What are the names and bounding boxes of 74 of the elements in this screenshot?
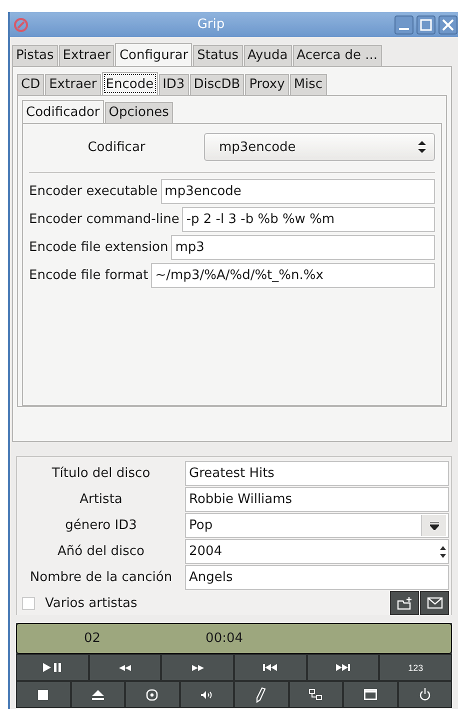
field-label: Añó del disco	[56, 544, 146, 559]
skip-forward-icon	[336, 664, 350, 671]
main-tab[interactable]: Extraer	[58, 45, 114, 66]
network-icon	[308, 688, 323, 700]
settings-tab[interactable]: DiscDB	[190, 74, 244, 95]
player-button[interactable]	[306, 654, 380, 681]
codec-tab[interactable]: Opciones	[104, 102, 173, 123]
close-icon[interactable]	[438, 14, 458, 34]
settings-tab[interactable]: CD	[17, 74, 44, 95]
settings-tab[interactable]: Proxy	[245, 74, 289, 95]
eject-icon	[92, 690, 104, 700]
encoder-label: Codificar	[86, 140, 146, 154]
play-pause-icon	[43, 663, 62, 672]
settings-tab[interactable]: Extraer	[45, 74, 101, 95]
speaker-icon	[200, 690, 213, 698]
mail-button[interactable]	[420, 591, 449, 615]
field-label: Encoder command-line	[29, 212, 180, 227]
text-field[interactable]: Angels	[185, 565, 449, 590]
main-tab[interactable]: Acerca de ...	[292, 45, 382, 66]
field-label: Artista	[78, 492, 124, 507]
field-label: Nombre de la canción	[28, 570, 174, 585]
player-button[interactable]	[234, 681, 288, 708]
field-label: Encode file extension	[29, 240, 168, 255]
fast-forward-icon	[192, 664, 204, 670]
field-label: Encode file format	[29, 268, 148, 283]
year-spinner[interactable]: 2004	[185, 539, 449, 564]
player-button[interactable]	[398, 681, 452, 708]
track-number: 02	[84, 631, 101, 646]
text-field[interactable]: Robbie Williams	[185, 487, 449, 512]
codec-tab[interactable]: Codificador	[22, 100, 104, 123]
player-button[interactable]	[70, 681, 125, 708]
app-logo-icon	[14, 18, 28, 32]
player-button[interactable]	[234, 654, 307, 681]
window-title: Grip	[196, 17, 226, 32]
rewind-icon	[119, 664, 131, 670]
text-field[interactable]: -p 2 -l 3 -b %b %w %m	[182, 207, 435, 232]
dropdown-arrow-icon	[430, 522, 438, 530]
settings-tab[interactable]: Misc	[290, 74, 327, 95]
skip-back-icon	[263, 664, 278, 671]
player-button[interactable]	[125, 681, 180, 708]
player-button[interactable]	[343, 681, 398, 708]
player-button[interactable]	[288, 681, 343, 708]
folder-button[interactable]	[390, 591, 419, 615]
field-label: género ID3	[64, 518, 138, 533]
minimize-icon[interactable]	[394, 14, 414, 34]
spin-arrows-icon	[440, 544, 446, 558]
field-label: Título del disco	[50, 466, 152, 481]
up-down-arrows-icon	[418, 141, 426, 153]
main-tab[interactable]: Status	[193, 45, 242, 66]
player-button[interactable]	[16, 654, 89, 681]
text-field[interactable]: Greatest Hits	[185, 461, 449, 486]
folder-icon	[396, 596, 412, 610]
settings-tab[interactable]: Encode	[102, 72, 158, 95]
stop-icon	[38, 690, 48, 700]
envelope-icon	[426, 597, 442, 609]
pen-icon	[256, 686, 266, 702]
text-field[interactable]: ~/mp3/%A/%d/%t_%n.%x	[151, 263, 435, 288]
maximize-icon[interactable]	[416, 14, 436, 34]
main-tab[interactable]: Pistas	[12, 45, 58, 66]
main-tab[interactable]: Ayuda	[244, 45, 292, 66]
text-field[interactable]: mp3	[171, 235, 435, 260]
checkbox-label: Varios artistas	[45, 596, 138, 610]
main-tab[interactable]: Configurar	[115, 43, 192, 66]
text-field[interactable]: mp3encode	[160, 179, 435, 204]
checkbox[interactable]	[22, 596, 35, 610]
field-label: Encoder executable	[29, 184, 158, 199]
player-button[interactable]	[16, 681, 70, 708]
encoder-dropdown[interactable]: mp3encode	[204, 133, 435, 161]
genre-combo[interactable]: Pop	[185, 513, 449, 538]
track-list-button[interactable]: 123	[379, 654, 452, 681]
settings-tab[interactable]: ID3	[158, 74, 189, 95]
power-icon	[418, 688, 431, 701]
elapsed-time: 00:04	[206, 631, 244, 646]
window-icon	[364, 689, 377, 700]
